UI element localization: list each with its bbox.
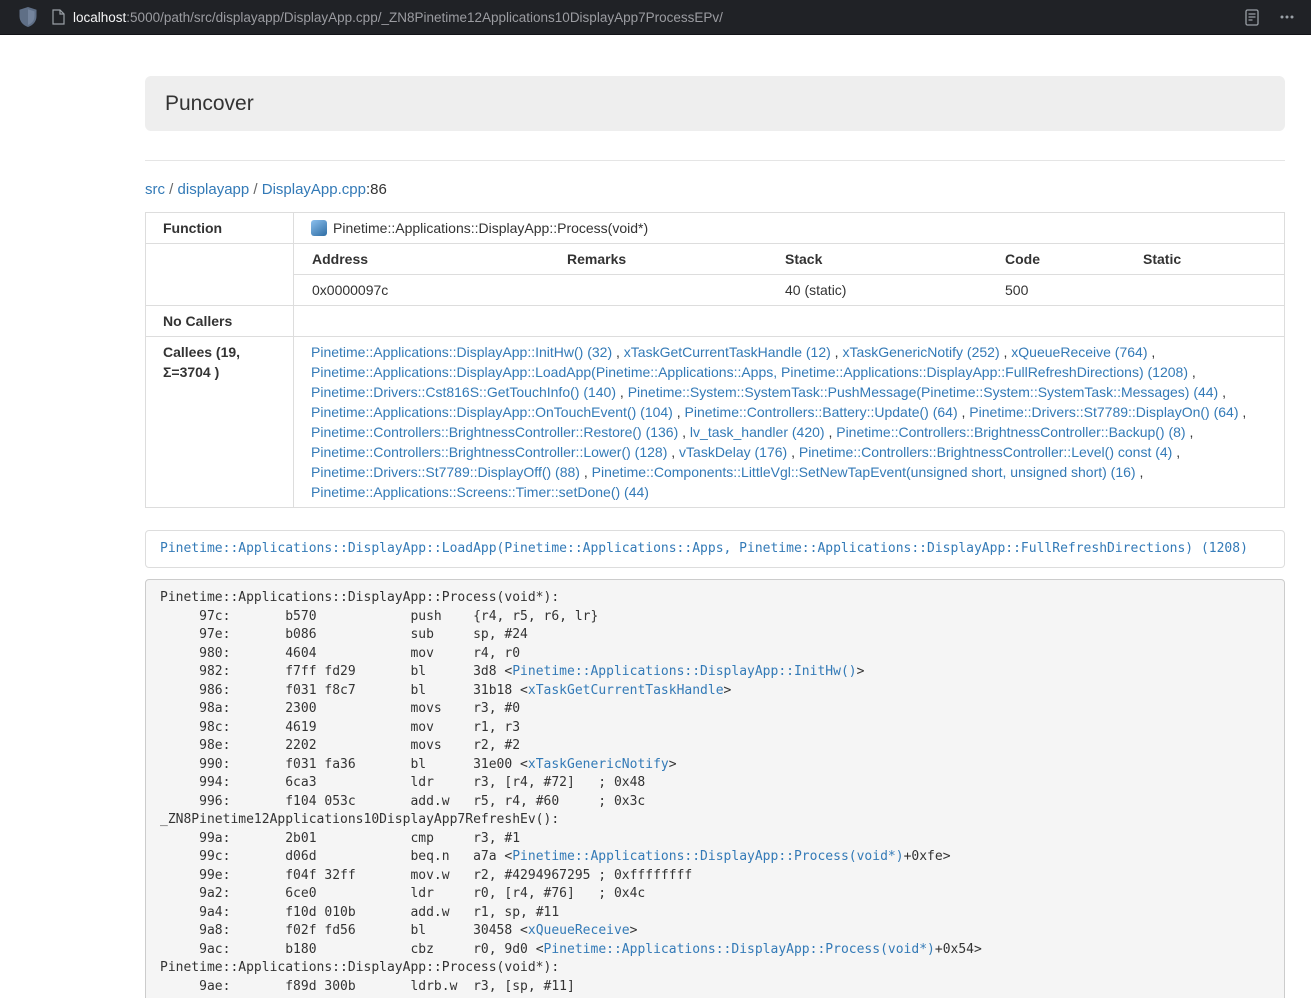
breadcrumb: src / displayapp / DisplayApp.cpp:86 — [145, 179, 1285, 200]
detail-table: Address Remarks Stack Code Static 0x0000… — [294, 244, 1284, 305]
breadcrumb-link-src[interactable]: src — [145, 181, 165, 198]
tracking-protection-shield-icon[interactable] — [18, 6, 38, 28]
symbol-highlight-box: Pinetime::Applications::DisplayApp::Load… — [145, 530, 1285, 568]
address-column-header: Address — [294, 244, 559, 275]
page-favicon-icon — [52, 9, 65, 25]
callee-link[interactable]: Pinetime::System::SystemTask::PushMessag… — [628, 384, 1219, 400]
callee-link[interactable]: Pinetime::Applications::DisplayApp::OnTo… — [311, 404, 673, 420]
breadcrumb-separator: / — [249, 181, 262, 198]
callee-link[interactable]: Pinetime::Controllers::BrightnessControl… — [311, 444, 667, 460]
no-callers-row: No Callers — [146, 306, 1285, 337]
callee-link[interactable]: Pinetime::Drivers::St7789::DisplayOn() (… — [969, 404, 1238, 420]
callees-label: Callees (19, Σ=3704 ) — [146, 337, 294, 508]
callee-link[interactable]: xTaskGenericNotify (252) — [842, 344, 999, 360]
code-symbol-link[interactable]: Pinetime::Applications::DisplayApp::Proc… — [544, 942, 935, 957]
remarks-column-header: Remarks — [559, 244, 777, 275]
function-name: Pinetime::Applications::DisplayApp::Proc… — [333, 220, 648, 236]
function-row: Function Pinetime::Applications::Display… — [146, 213, 1285, 244]
callee-link[interactable]: lv_task_handler (420) — [690, 424, 825, 440]
breadcrumb-separator: / — [165, 181, 178, 198]
code-symbol-link[interactable]: xTaskGetCurrentTaskHandle — [528, 683, 724, 698]
callee-link[interactable]: Pinetime::Drivers::St7789::DisplayOff() … — [311, 464, 580, 480]
code-column-header: Code — [997, 244, 1135, 275]
code-symbol-link[interactable]: xTaskGenericNotify — [528, 757, 669, 772]
static-value — [1135, 275, 1284, 306]
disassembly-code: Pinetime::Applications::DisplayApp::Proc… — [145, 579, 1285, 998]
callee-link[interactable]: Pinetime::Applications::DisplayApp::Init… — [311, 344, 612, 360]
code-size-value: 500 — [997, 275, 1135, 306]
callee-link[interactable]: xQueueReceive (764) — [1011, 344, 1147, 360]
callee-link[interactable]: Pinetime::Components::LittleVgl::SetNewT… — [592, 464, 1136, 480]
static-column-header: Static — [1135, 244, 1284, 275]
callees-list: Pinetime::Applications::DisplayApp::Init… — [294, 337, 1285, 508]
page-title: Puncover — [165, 91, 1265, 116]
callee-link[interactable]: Pinetime::Controllers::BrightnessControl… — [311, 424, 678, 440]
browser-url-bar: localhost:5000/path/src/displayapp/Displ… — [0, 0, 1311, 35]
page-header: Puncover — [145, 76, 1285, 131]
symbol-highlight-link[interactable]: Pinetime::Applications::DisplayApp::Load… — [160, 541, 1248, 556]
url-text[interactable]: localhost:5000/path/src/displayapp/Displ… — [73, 10, 1245, 25]
detail-row: Address Remarks Stack Code Static 0x0000… — [146, 244, 1285, 306]
code-symbol-link[interactable]: Pinetime::Applications::DisplayApp::Proc… — [512, 849, 903, 864]
detail-values-row: 0x0000097c 40 (static) 500 — [294, 275, 1284, 306]
callee-link[interactable]: Pinetime::Applications::DisplayApp::Load… — [311, 364, 1188, 380]
code-symbol-link[interactable]: Pinetime::Applications::DisplayApp::Init… — [512, 664, 856, 679]
breadcrumb-link-displayapp[interactable]: displayapp — [178, 181, 250, 198]
address-value: 0x0000097c — [294, 275, 559, 306]
breadcrumb-line-number: :86 — [366, 181, 387, 198]
callee-link[interactable]: xTaskGetCurrentTaskHandle (12) — [624, 344, 831, 360]
function-name-cell: Pinetime::Applications::DisplayApp::Proc… — [294, 213, 1285, 244]
stack-value: 40 (static) — [777, 275, 997, 306]
reader-mode-icon[interactable] — [1245, 9, 1259, 26]
callee-link[interactable]: Pinetime::Controllers::BrightnessControl… — [799, 444, 1172, 460]
main-content: Puncover src / displayapp / DisplayApp.c… — [145, 35, 1285, 998]
no-callers-label: No Callers — [146, 306, 294, 337]
url-host: localhost — [73, 10, 126, 25]
code-symbol-link[interactable]: xQueueReceive — [528, 923, 630, 938]
url-path: :5000/path/src/displayapp/DisplayApp.cpp… — [126, 10, 723, 25]
breadcrumb-link-file[interactable]: DisplayApp.cpp — [262, 181, 366, 198]
more-menu-icon[interactable] — [1279, 9, 1295, 25]
callee-link[interactable]: Pinetime::Controllers::Battery::Update()… — [685, 404, 958, 420]
remarks-value — [559, 275, 777, 306]
callees-row: Callees (19, Σ=3704 ) Pinetime::Applicat… — [146, 337, 1285, 508]
function-row-label: Function — [146, 213, 294, 244]
stack-column-header: Stack — [777, 244, 997, 275]
function-table: Function Pinetime::Applications::Display… — [145, 212, 1285, 508]
callee-link[interactable]: vTaskDelay (176) — [679, 444, 787, 460]
callee-link[interactable]: Pinetime::Controllers::BrightnessControl… — [836, 424, 1185, 440]
function-icon — [311, 220, 327, 236]
divider — [145, 160, 1285, 161]
callee-link[interactable]: Pinetime::Applications::Screens::Timer::… — [311, 484, 649, 500]
callee-link[interactable]: Pinetime::Drivers::Cst816S::GetTouchInfo… — [311, 384, 616, 400]
